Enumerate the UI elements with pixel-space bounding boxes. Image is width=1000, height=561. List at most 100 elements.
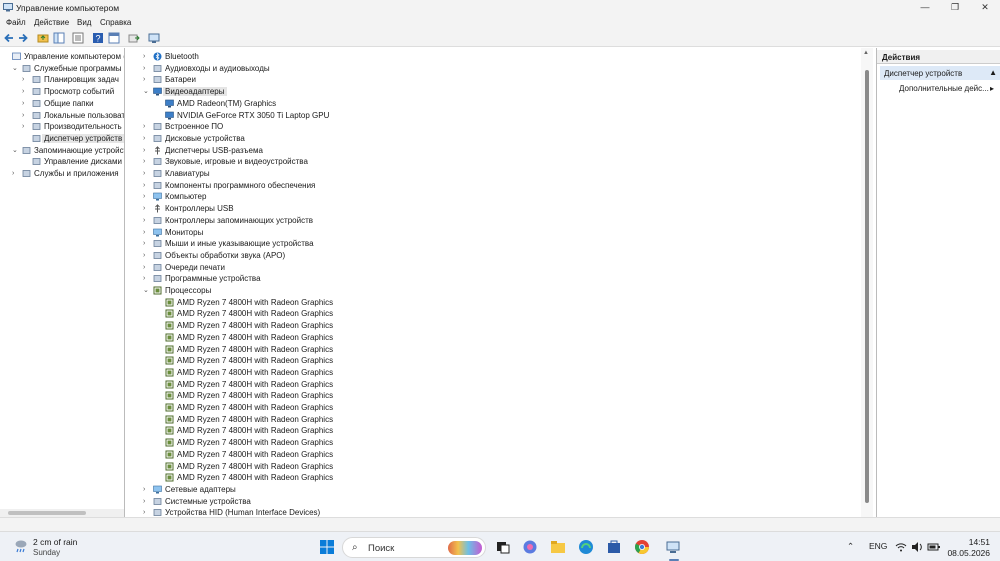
monitor-icon [153, 228, 162, 236]
expand-chevron-icon[interactable]: › [143, 63, 151, 74]
expand-chevron-icon[interactable]: › [143, 507, 151, 517]
more-actions-label: Дополнительные дейс... [899, 84, 989, 93]
window-title: Управление компьютером [16, 3, 120, 13]
help-icon[interactable]: ? [92, 32, 104, 44]
expand-chevron-icon[interactable]: › [143, 191, 151, 202]
expand-chevron-icon[interactable]: › [143, 262, 151, 273]
expand-chevron-icon[interactable]: › [143, 133, 151, 144]
menu-view[interactable]: Вид [77, 18, 91, 27]
expand-chevron-icon[interactable]: › [22, 121, 30, 132]
show-hidden-icons-icon[interactable]: ⌃ [847, 541, 854, 552]
expand-chevron-icon[interactable]: › [143, 496, 151, 507]
collapse-chevron-icon[interactable]: ⌄ [143, 285, 151, 296]
properties-icon[interactable] [72, 32, 84, 44]
expand-chevron-icon[interactable]: › [143, 238, 151, 249]
edge-browser-icon[interactable] [578, 539, 594, 555]
expand-chevron-icon[interactable]: › [143, 74, 151, 85]
expand-chevron-icon[interactable]: › [143, 273, 151, 284]
start-windows-icon[interactable] [319, 539, 335, 555]
display-adapter-icon [165, 111, 174, 119]
copilot-icon[interactable] [522, 539, 538, 555]
expand-chevron-icon[interactable]: › [12, 168, 20, 179]
monitor-icon[interactable] [148, 32, 160, 44]
tree-node-label: Мониторы [165, 227, 204, 237]
shared-folder-icon [32, 99, 41, 107]
expand-chevron-icon[interactable]: › [22, 98, 30, 109]
show-hide-tree-icon[interactable] [53, 32, 65, 44]
taskbar-search[interactable]: ⌕ Поиск [342, 537, 486, 558]
actions-section-device-manager[interactable]: Диспетчер устройств ▲ [880, 66, 1000, 80]
scrollbar-thumb[interactable] [865, 70, 869, 503]
menu-help[interactable]: Справка [100, 18, 131, 27]
clock-icon [32, 76, 41, 84]
tree-node-label: AMD Ryzen 7 4800H with Radeon Graphics [177, 449, 334, 459]
tree-node-label: AMD Ryzen 7 4800H with Radeon Graphics [177, 344, 334, 354]
tree-node-label: Планировщик задач [44, 75, 119, 85]
battery-icon[interactable] [927, 541, 941, 553]
volume-icon[interactable] [911, 541, 923, 553]
clock-date[interactable]: 08.05.2026 [947, 548, 990, 558]
chrome-browser-icon[interactable] [634, 539, 650, 555]
clock-time[interactable]: 14:51 [969, 537, 990, 547]
rain-weather-icon[interactable] [14, 539, 28, 553]
task-view-icon[interactable] [495, 539, 511, 555]
expand-chevron-icon[interactable]: › [22, 86, 30, 97]
maximize-button[interactable]: ❐ [940, 0, 970, 16]
expand-chevron-icon[interactable]: › [143, 51, 151, 62]
tree-node-label: AMD Radeon(TM) Graphics [177, 98, 277, 108]
collapse-chevron-icon[interactable]: ⌄ [143, 86, 151, 97]
menu-file[interactable]: Файл [6, 18, 26, 27]
tree-node-label: Очереди печати [165, 262, 226, 272]
export-icon[interactable] [128, 32, 140, 44]
tree-node-label: Производительность [44, 122, 122, 132]
expand-chevron-icon[interactable]: › [143, 227, 151, 238]
expand-chevron-icon[interactable]: › [143, 203, 151, 214]
collapse-up-icon[interactable]: ▲ [989, 68, 997, 77]
usb-connector-icon [155, 145, 160, 155]
computer-management-taskbar-icon[interactable] [665, 539, 681, 555]
expand-chevron-icon[interactable]: › [143, 215, 151, 226]
expand-chevron-icon[interactable]: › [143, 156, 151, 167]
console-icon[interactable] [108, 32, 120, 44]
scroll-up-icon[interactable]: ▲ [863, 50, 869, 56]
more-actions-item[interactable]: Дополнительные дейс... ▸ [899, 84, 994, 93]
tree-node-label: Общие папки [44, 98, 94, 108]
expand-chevron-icon[interactable]: › [143, 180, 151, 191]
minimize-button[interactable]: — [910, 0, 940, 16]
tree-node-label: AMD Ryzen 7 4800H with Radeon Graphics [177, 426, 334, 436]
menu-action[interactable]: Действие [34, 18, 69, 27]
forward-icon[interactable] [17, 32, 29, 44]
tree-node-label: AMD Ryzen 7 4800H with Radeon Graphics [177, 391, 334, 401]
file-explorer-icon[interactable] [550, 539, 566, 555]
microsoft-store-icon[interactable] [606, 539, 622, 555]
language-indicator[interactable]: ENG [869, 541, 887, 551]
weather-condition[interactable]: 2 cm of rain [33, 537, 77, 547]
collapse-chevron-icon[interactable]: ⌄ [12, 145, 20, 156]
horizontal-scrollbar[interactable] [0, 509, 124, 517]
close-button[interactable]: ✕ [970, 0, 1000, 16]
network-icon [153, 485, 162, 494]
tree-node-label: Процессоры [165, 286, 212, 295]
expand-chevron-icon[interactable]: › [22, 110, 30, 121]
weather-day: Sunday [33, 548, 61, 557]
up-folder-icon[interactable] [37, 32, 49, 44]
wifi-icon[interactable] [895, 541, 907, 553]
tree-node-label: Клавиатуры [165, 169, 210, 178]
computer-icon [153, 193, 162, 201]
tree-node-label: Встроенное ПО [165, 122, 224, 132]
performance-icon [32, 123, 41, 131]
expand-chevron-icon[interactable]: › [143, 484, 151, 495]
expand-chevron-icon[interactable]: › [22, 74, 30, 85]
back-icon[interactable] [3, 32, 15, 44]
tree-node-label: Служебные программы [34, 63, 122, 73]
collapse-chevron-icon[interactable]: ⌄ [12, 63, 20, 74]
expand-chevron-icon[interactable]: › [143, 121, 151, 132]
expand-chevron-icon[interactable]: › [143, 168, 151, 179]
vertical-scrollbar[interactable]: ▲ [861, 48, 873, 517]
expand-chevron-icon[interactable]: › [143, 145, 151, 156]
scrollbar-thumb[interactable] [8, 511, 86, 515]
processor-icon [165, 473, 174, 482]
expand-chevron-icon[interactable]: › [143, 250, 151, 261]
